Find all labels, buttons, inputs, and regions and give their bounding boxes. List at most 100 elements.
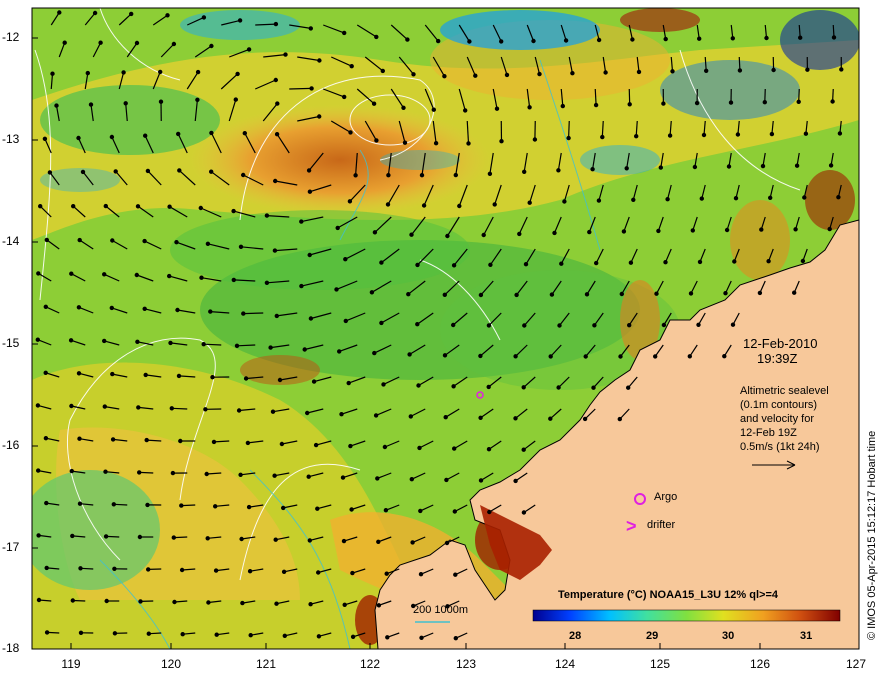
velocity-arrowhead: [268, 345, 273, 350]
velocity-arrowhead: [236, 408, 242, 413]
velocity-arrowhead: [499, 39, 504, 44]
velocity-arrowhead: [559, 261, 564, 266]
velocity-arrowhead: [213, 568, 219, 573]
velocity-arrowhead: [768, 195, 773, 200]
velocity-arrowhead: [316, 634, 322, 639]
lon-label-124: 124: [554, 657, 576, 671]
velocity-arrowhead: [246, 504, 252, 510]
velocity-arrowhead: [134, 272, 139, 278]
velocity-arrowhead: [80, 169, 86, 175]
velocity-arrowhead: [50, 71, 55, 76]
velocity-arrowhead: [146, 631, 151, 636]
velocity-arrowhead: [110, 371, 115, 377]
velocity-arrowhead: [70, 203, 76, 209]
velocity-arrowhead: [453, 572, 458, 577]
lat-label-13: -13: [2, 132, 20, 146]
velocity-arrowhead: [237, 18, 243, 23]
velocity-arrowhead: [513, 354, 518, 359]
velocity-arrowhead: [444, 540, 450, 546]
velocity-arrowhead: [769, 131, 775, 137]
velocity-arrowhead: [36, 533, 41, 538]
velocity-arrowhead: [830, 99, 835, 104]
velocity-arrowhead: [57, 10, 62, 15]
velocity-arrowhead: [168, 340, 173, 346]
velocity-arrowhead: [486, 384, 491, 390]
velocity-arrowhead: [690, 228, 696, 233]
velocity-arrowhead: [103, 203, 109, 209]
velocity-arrowhead: [199, 275, 204, 280]
colorbar-title: Temperature (°C) NOAA15_L3U 12% ql>=4: [558, 589, 778, 601]
velocity-arrowhead: [92, 10, 98, 16]
velocity-arrowhead: [658, 165, 664, 170]
velocity-arrowhead: [210, 375, 215, 380]
velocity-arrowhead: [78, 566, 83, 571]
velocity-arrowhead: [113, 169, 118, 174]
velocity-arrowhead: [274, 313, 279, 319]
velocity-arrowhead: [275, 101, 280, 106]
velocity-arrowhead: [38, 203, 43, 209]
velocity-arrowhead: [272, 248, 278, 253]
velocity-arrowhead: [180, 632, 185, 637]
velocity-arrowhead: [76, 371, 82, 376]
velocity-arrowhead: [407, 352, 412, 357]
velocity-arrowhead: [44, 630, 50, 635]
velocity-arrowhead: [654, 291, 659, 296]
velocity-arrowhead: [157, 69, 163, 75]
velocity-arrowhead: [494, 106, 500, 111]
velocity-arrowhead: [142, 306, 147, 311]
velocity-arrowhead: [373, 413, 379, 418]
velocity-arrowhead: [349, 507, 354, 512]
velocity-arrowhead: [732, 259, 737, 264]
velocity-arrowhead: [445, 233, 450, 239]
velocity-arrowhead: [793, 227, 798, 232]
velocity-arrowhead: [481, 232, 486, 238]
lon-label-120: 120: [160, 657, 182, 671]
velocity-arrowhead: [688, 291, 694, 296]
velocity-arrowhead: [44, 500, 49, 506]
velocity-arrowhead: [724, 227, 730, 233]
velocity-arrowhead: [418, 572, 424, 577]
velocity-arrowhead: [195, 69, 201, 75]
velocity-arrowhead: [451, 322, 456, 328]
velocity-arrowhead: [69, 403, 74, 409]
velocity-arrowhead: [592, 323, 597, 328]
velocity-arrowhead: [557, 323, 562, 328]
velocity-arrowhead: [487, 509, 492, 515]
velocity-arrowhead: [617, 416, 623, 422]
velocity-arrowhead: [205, 241, 211, 246]
velocity-arrowhead: [273, 77, 278, 83]
velocity-arrowhead: [349, 63, 354, 69]
velocity-arrowhead: [353, 173, 358, 178]
velocity-arrow: [594, 88, 597, 106]
velocity-arrowhead: [308, 26, 313, 31]
velocity-arrowhead: [277, 377, 283, 383]
velocity-arrowhead: [346, 380, 351, 386]
velocity-arrowhead: [274, 131, 280, 137]
velocity-arrowhead: [556, 168, 561, 173]
velocity-arrowhead: [282, 633, 287, 639]
velocity-arrowhead: [68, 338, 74, 343]
velocity-arrowhead: [214, 632, 219, 637]
velocity-arrowhead: [70, 533, 75, 539]
velocity-arrowhead: [600, 134, 605, 140]
velocity-arrowhead: [521, 385, 526, 390]
argo-legend-label: Argo: [654, 491, 678, 503]
velocity-arrowhead: [667, 133, 673, 138]
colorbar-tick-29: 29: [646, 630, 659, 642]
velocity-arrowhead: [342, 602, 347, 608]
velocity-arrowhead: [385, 202, 391, 207]
depth-legend-label: 200 1000m: [413, 604, 469, 616]
velocity-arrowhead: [246, 47, 252, 52]
velocity-arrowhead: [43, 436, 49, 441]
velocity-arrowhead: [379, 320, 384, 326]
velocity-arrowhead: [110, 238, 115, 243]
velocity-arrowhead: [737, 68, 743, 73]
velocity-arrowhead: [596, 37, 602, 43]
velocity-arrowhead: [315, 506, 320, 511]
velocity-arrowhead: [198, 205, 203, 211]
velocity-arrowhead: [764, 35, 769, 41]
velocity-arrowhead: [350, 570, 355, 576]
velocity-arrowhead: [201, 15, 207, 20]
velocity-arrowhead: [337, 349, 342, 354]
velocity-arrowhead: [195, 97, 200, 103]
